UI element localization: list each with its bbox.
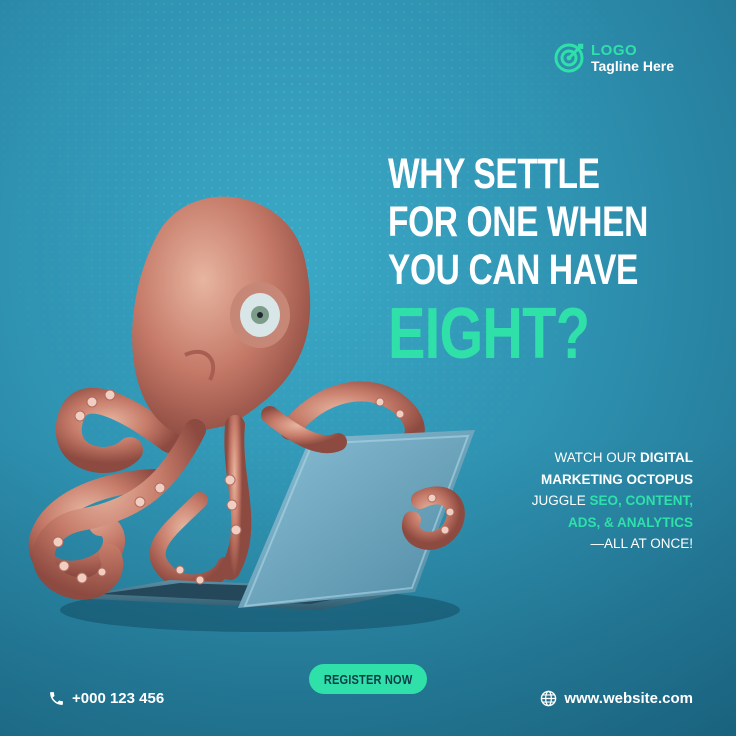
description-highlight: SEO, CONTENT, bbox=[589, 493, 693, 508]
octopus-laptop-illustration bbox=[28, 196, 475, 632]
description-emphasis: DIGITAL bbox=[640, 450, 693, 465]
brand-logo[interactable]: LOGO Tagline Here bbox=[553, 42, 674, 74]
octopus-head bbox=[132, 196, 311, 435]
ad-canvas: LOGO Tagline Here WHY SETTLE FOR ONE WHE… bbox=[0, 0, 736, 736]
description-line-5: —ALL AT ONCE! bbox=[590, 536, 693, 551]
description-text: WATCH OUR bbox=[554, 450, 640, 465]
logo-text: LOGO Tagline Here bbox=[591, 43, 674, 73]
globe-icon bbox=[541, 690, 557, 707]
laptop-lid bbox=[238, 430, 475, 608]
phone-contact[interactable]: +000 123 456 bbox=[48, 690, 164, 707]
register-now-label: REGISTER NOW bbox=[323, 671, 413, 687]
website-url: www.website.com bbox=[564, 690, 693, 707]
description: WATCH OUR DIGITAL MARKETING OCTOPUS JUGG… bbox=[473, 447, 693, 555]
website-link[interactable]: www.website.com bbox=[540, 690, 693, 707]
target-logo-icon bbox=[554, 43, 584, 73]
description-line-2: MARKETING OCTOPUS bbox=[540, 471, 693, 487]
description-text: JUGGLE bbox=[531, 493, 590, 508]
logo-tagline: Tagline Here bbox=[591, 57, 674, 74]
register-now-button[interactable]: REGISTER NOW bbox=[309, 664, 427, 694]
description-line-1: WATCH OUR DIGITAL bbox=[473, 447, 694, 469]
description-line-4: ADS, & ANALYTICS bbox=[567, 514, 693, 530]
description-line-3: JUGGLE SEO, CONTENT, bbox=[473, 490, 693, 512]
phone-number: +000 123 456 bbox=[72, 690, 165, 707]
logo-name: LOGO bbox=[591, 41, 638, 59]
phone-icon bbox=[50, 692, 63, 705]
